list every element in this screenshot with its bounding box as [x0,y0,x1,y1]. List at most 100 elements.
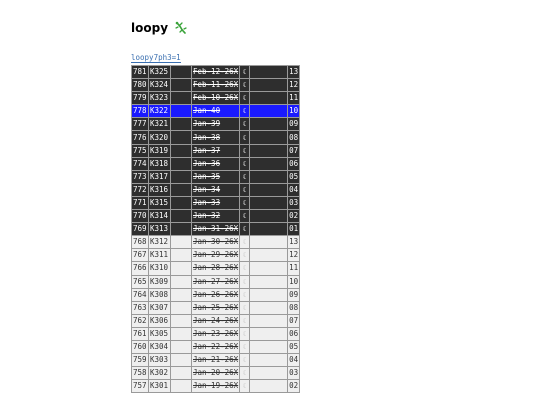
row-number-cell: 04 [288,183,300,196]
row-number-cell: 03 [288,367,300,380]
row-id-cell: 764 [132,288,148,301]
row-empty-cell [171,380,191,393]
table-row[interactable]: 763 K307 Jan-25-26X ☾ 08 [132,301,300,314]
row-number-cell: 11 [288,92,300,105]
row-date-cell: Jan-36 [192,157,240,170]
table-row[interactable]: 774 K318 Jan-36 ☾ 06 [132,157,300,170]
row-key-cell: K310 [149,262,170,275]
row-empty-cell [171,196,191,210]
row-empty-cell [171,301,191,314]
data-table: 781 K325 Feb-12-26X ☾ 13 780 K324 Feb-11-26X ☾ 12… [131,65,301,394]
row-key-cell: K317 [149,170,170,183]
table-row[interactable]: 772 K316 Jan-34 ☾ 04 [132,183,300,196]
row-empty-cell [250,223,288,236]
table-row[interactable]: 773 K317 Jan-35 ☾ 05 [132,170,300,183]
moon-icon: ☾ [240,314,250,327]
table-row[interactable]: 770 K314 Jan-32 ☾ 02 [132,210,300,223]
row-empty-cell [171,105,191,118]
row-id-cell: 773 [132,170,148,183]
moon-icon: ☾ [240,288,250,301]
row-key-cell: K313 [149,223,170,236]
row-key-cell: K311 [149,249,170,262]
row-date-cell: Jan-30-26X [192,236,240,249]
row-empty-cell [171,183,191,196]
row-number-cell: 08 [288,131,300,144]
tab-loopy[interactable]: loopy7ph3=1 [131,53,181,63]
row-empty-cell [250,105,288,118]
row-empty-cell [171,354,191,367]
row-date-cell: Feb-10-26X [192,92,240,105]
row-date-cell: Jan-25-26X [192,301,240,314]
row-id-cell: 775 [132,144,148,157]
table-row[interactable]: 760 K304 Jan-22-26X ☾ 05 [132,340,300,354]
row-date-cell: Jan-34 [192,183,240,196]
row-number-cell: 10 [288,105,300,118]
row-id-cell: 767 [132,249,148,262]
row-key-cell: K304 [149,340,170,354]
table-row[interactable]: 778 K322 Jan-40 ☾ 10 [132,105,300,118]
row-number-cell: 09 [288,118,300,131]
row-key-cell: K309 [149,275,170,288]
row-empty-cell [250,183,288,196]
table-row[interactable]: 759 K303 Jan-21-26X ☾ 04 [132,354,300,367]
row-empty-cell [171,118,191,131]
table-row[interactable]: 767 K311 Jan-29-26X ☾ 12 [132,249,300,262]
moon-icon: ☾ [240,262,250,275]
row-number-cell: 06 [288,157,300,170]
row-date-cell: Jan-19-26X [192,380,240,393]
moon-icon: ☾ [240,92,250,105]
row-empty-cell [250,340,288,354]
table-row[interactable]: 779 K323 Feb-10-26X ☾ 11 [132,92,300,105]
row-empty-cell [250,314,288,327]
row-empty-cell [250,66,288,79]
row-empty-cell [171,288,191,301]
row-key-cell: K306 [149,314,170,327]
row-key-cell: K321 [149,118,170,131]
row-id-cell: 768 [132,236,148,249]
table-row[interactable]: 764 K308 Jan-26-26X ☾ 09 [132,288,300,301]
moon-icon: ☾ [240,79,250,92]
row-empty-cell [250,367,288,380]
row-empty-cell [250,210,288,223]
table-row[interactable]: 766 K310 Jan-28-26X ☾ 11 [132,262,300,275]
row-number-cell: 02 [288,380,300,393]
table-row[interactable]: 769 K313 Jan-31-26X ☾ 01 [132,223,300,236]
table-row[interactable]: 762 K306 Jan-24-26X ☾ 07 [132,314,300,327]
row-empty-cell [250,354,288,367]
row-empty-cell [250,262,288,275]
table-row[interactable]: 757 K301 Jan-19-26X ☾ 02 [132,380,300,393]
row-id-cell: 771 [132,196,148,210]
moon-icon: ☾ [240,249,250,262]
row-id-cell: 763 [132,301,148,314]
moon-icon: ☾ [240,105,250,118]
row-date-cell: Jan-39 [192,118,240,131]
table-row[interactable]: 781 K325 Feb-12-26X ☾ 13 [132,66,300,79]
table-row[interactable]: 765 K309 Jan-27-26X ☾ 10 [132,275,300,288]
row-empty-cell [171,144,191,157]
table-row[interactable]: 761 K305 Jan-23-26X ☾ 06 [132,327,300,340]
table-row[interactable]: 775 K319 Jan-37 ☾ 07 [132,144,300,157]
moon-icon: ☾ [240,223,250,236]
row-date-cell: Feb-11-26X [192,79,240,92]
table-row[interactable]: 771 K315 Jan-33 ☾ 03 [132,196,300,210]
table-row[interactable]: 780 K324 Feb-11-26X ☾ 12 [132,79,300,92]
table-row[interactable]: 768 K312 Jan-30-26X ☾ 13 [132,236,300,249]
table-row[interactable]: 776 K320 Jan-38 ☾ 08 [132,131,300,144]
table-row[interactable]: 758 K302 Jan-20-26X ☾ 03 [132,367,300,380]
row-empty-cell [171,79,191,92]
row-empty-cell [250,131,288,144]
row-empty-cell [250,288,288,301]
row-date-cell: Jan-35 [192,170,240,183]
table-row[interactable]: 777 K321 Jan-39 ☾ 09 [132,118,300,131]
row-date-cell: Jan-21-26X [192,354,240,367]
row-empty-cell [171,367,191,380]
moon-icon: ☾ [240,183,250,196]
row-id-cell: 762 [132,314,148,327]
row-key-cell: K324 [149,79,170,92]
row-key-cell: K315 [149,196,170,210]
moon-icon: ☾ [240,131,250,144]
row-number-cell: 04 [288,354,300,367]
row-id-cell: 765 [132,275,148,288]
row-empty-cell [171,66,191,79]
row-id-cell: 761 [132,327,148,340]
